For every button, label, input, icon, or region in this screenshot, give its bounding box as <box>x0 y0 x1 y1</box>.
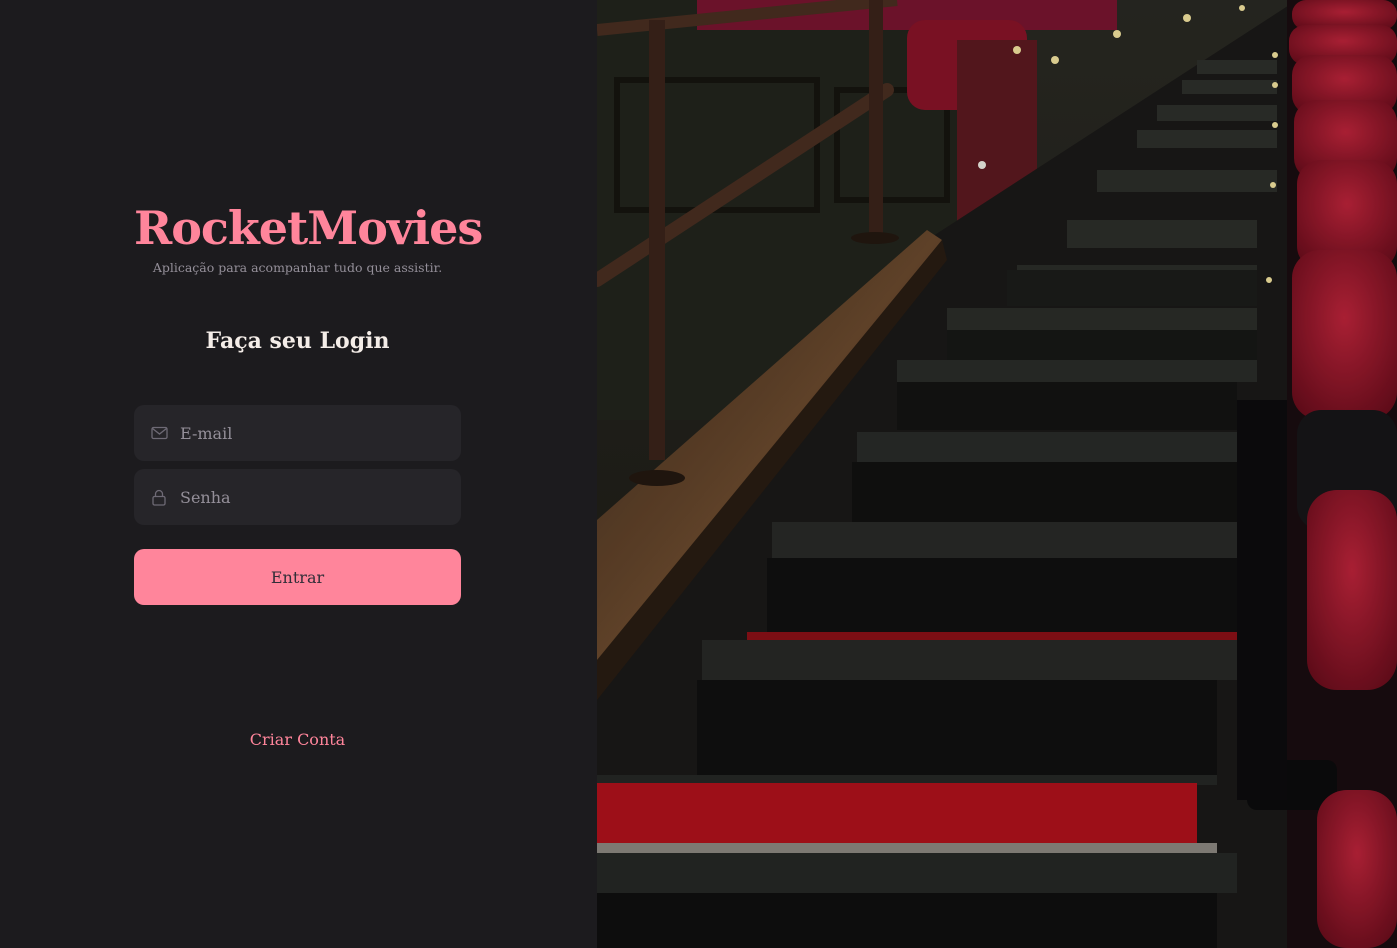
brand-title: RocketMovies <box>134 201 483 255</box>
login-page: RocketMovies Aplicação para acompanhar t… <box>0 0 1397 948</box>
brand-tagline: Aplicação para acompanhar tudo que assis… <box>152 260 443 275</box>
login-heading: Faça seu Login <box>205 328 390 354</box>
theater-stairs-illustration <box>597 0 1397 948</box>
create-account-link[interactable]: Criar Conta <box>134 729 461 751</box>
login-panel: RocketMovies Aplicação para acompanhar t… <box>0 0 597 948</box>
login-button[interactable]: Entrar <box>134 549 461 605</box>
email-field[interactable] <box>134 405 461 461</box>
background-image <box>597 0 1397 948</box>
password-input[interactable] <box>180 477 440 517</box>
email-input[interactable] <box>180 413 440 453</box>
mail-icon <box>150 424 168 442</box>
password-field[interactable] <box>134 469 461 525</box>
lock-icon <box>150 488 168 506</box>
